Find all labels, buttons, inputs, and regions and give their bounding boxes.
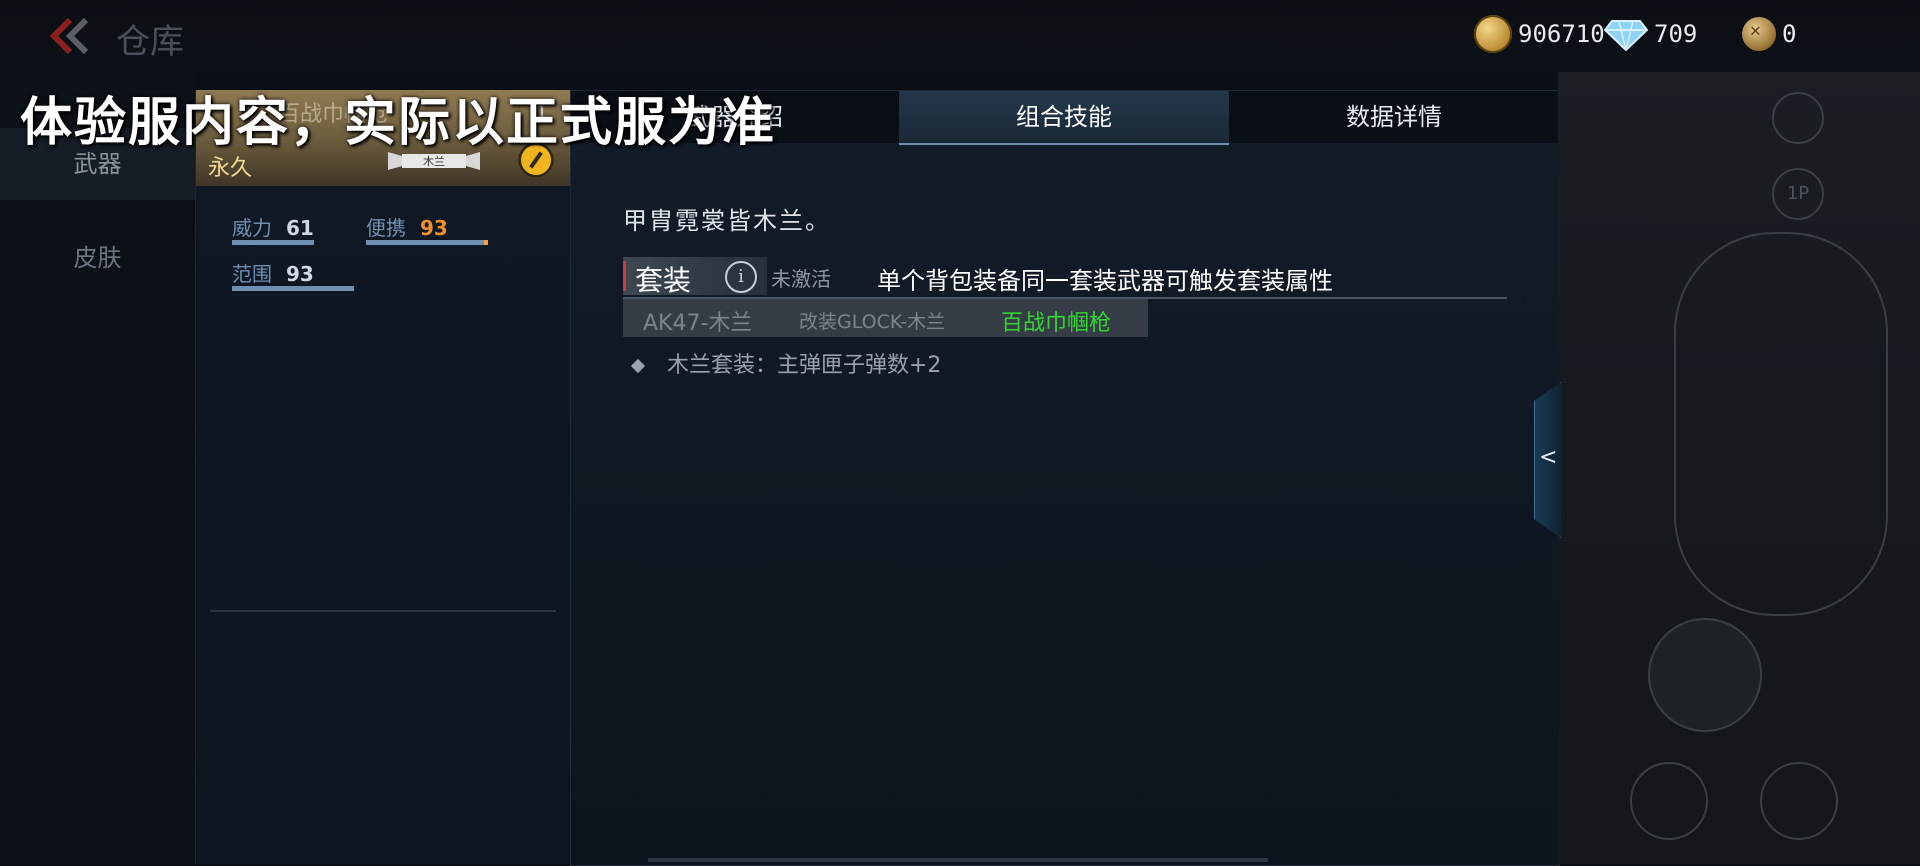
swap-icon bbox=[1630, 762, 1708, 840]
info-icon[interactable]: i bbox=[725, 261, 757, 293]
suit-status: 未激活 bbox=[771, 267, 831, 291]
stat-power-value: 61 bbox=[286, 216, 314, 240]
stat-range: 范围 93 bbox=[232, 258, 354, 291]
stat-power: 威力 61 bbox=[232, 212, 314, 245]
category-rail: 武器 皮肤 bbox=[0, 72, 195, 864]
diamond-amount: 709 bbox=[1654, 20, 1698, 48]
medal-icon bbox=[1742, 17, 1776, 51]
suit-label: 套装 bbox=[635, 264, 692, 297]
suit-weapon-glock[interactable]: 改装GLOCK-木兰 bbox=[799, 307, 945, 334]
detail-panel: 武器介绍 组合技能 数据详情 甲胄霓裳皆木兰。 套装 i 未激活 单个背包装备同… bbox=[570, 90, 1560, 866]
stat-portability: 便携 93 bbox=[366, 212, 488, 245]
tab-combo-skills[interactable]: 组合技能 bbox=[899, 91, 1229, 145]
test-server-notice: 体验服内容，实际以正式服为准 bbox=[20, 93, 777, 153]
suit-weapons-row: AK47-木兰 改装GLOCK-木兰 百战巾帼枪 bbox=[623, 299, 1148, 337]
stat-range-value: 93 bbox=[286, 262, 314, 286]
joystick-ring-icon bbox=[1674, 232, 1888, 616]
background-hud: 1P bbox=[1558, 72, 1920, 864]
double-chevron-left-icon bbox=[49, 17, 89, 55]
diamond-currency[interactable]: 709 bbox=[1604, 14, 1697, 54]
horizontal-scrollbar[interactable] bbox=[648, 858, 1268, 862]
weapon-switch-icon bbox=[1760, 762, 1838, 840]
medal-amount: 0 bbox=[1782, 20, 1797, 48]
gold-currency[interactable]: 906710 bbox=[1474, 14, 1605, 54]
perspective-toggle: 1P bbox=[1772, 168, 1824, 220]
page-title: 仓库 bbox=[116, 22, 184, 62]
stat-power-label: 威力 bbox=[232, 216, 272, 240]
medal-currency[interactable]: 0 bbox=[1742, 14, 1796, 54]
suit-bonus: 木兰套装：主弹匣子弹数+2 bbox=[630, 347, 942, 379]
chevron-left-icon: < bbox=[1539, 445, 1558, 470]
weapon-description: 甲胄霓裳皆木兰。 bbox=[623, 207, 831, 235]
diamond-icon bbox=[1604, 20, 1648, 51]
rail-item-skins[interactable]: 皮肤 bbox=[0, 222, 195, 294]
suit-description: 单个背包装备同一套装武器可触发套装属性 bbox=[877, 267, 1333, 295]
collapse-panel-button[interactable]: < bbox=[1534, 382, 1561, 538]
stat-power-bar bbox=[232, 240, 314, 245]
item-panel: 百战巾帼枪 1 永久 木兰 威力 61 便携 93 范围 93 bbox=[195, 90, 571, 864]
stat-portability-bar bbox=[366, 240, 488, 245]
stat-portability-label: 便携 bbox=[366, 216, 406, 240]
stat-range-bar bbox=[232, 286, 354, 291]
tab-data-details[interactable]: 数据详情 bbox=[1229, 91, 1559, 143]
stat-portability-value: 93 bbox=[420, 216, 448, 240]
suit-bonus-text: 木兰套装：主弹匣子弹数+2 bbox=[667, 353, 942, 378]
panel-divider bbox=[210, 610, 556, 612]
gold-amount: 906710 bbox=[1518, 20, 1605, 48]
stat-range-label: 范围 bbox=[232, 262, 272, 286]
badge-label: 木兰 bbox=[423, 155, 445, 168]
top-bar: 仓库 906710 709 0 bbox=[0, 0, 1920, 72]
diamond-bullet-icon bbox=[630, 358, 646, 374]
suit-label-box: 套装 i bbox=[623, 257, 767, 297]
suit-header: 套装 i 未激活 单个背包装备同一套装武器可触发套装属性 bbox=[623, 257, 1507, 299]
suit-weapon-ak47[interactable]: AK47-木兰 bbox=[643, 305, 752, 337]
suit-weapon-owned[interactable]: 百战巾帼枪 bbox=[1001, 305, 1111, 337]
gold-coin-icon bbox=[1474, 15, 1512, 53]
back-button[interactable] bbox=[44, 14, 94, 58]
bullet-icon bbox=[1648, 618, 1762, 732]
crosshair-icon bbox=[1772, 92, 1824, 144]
